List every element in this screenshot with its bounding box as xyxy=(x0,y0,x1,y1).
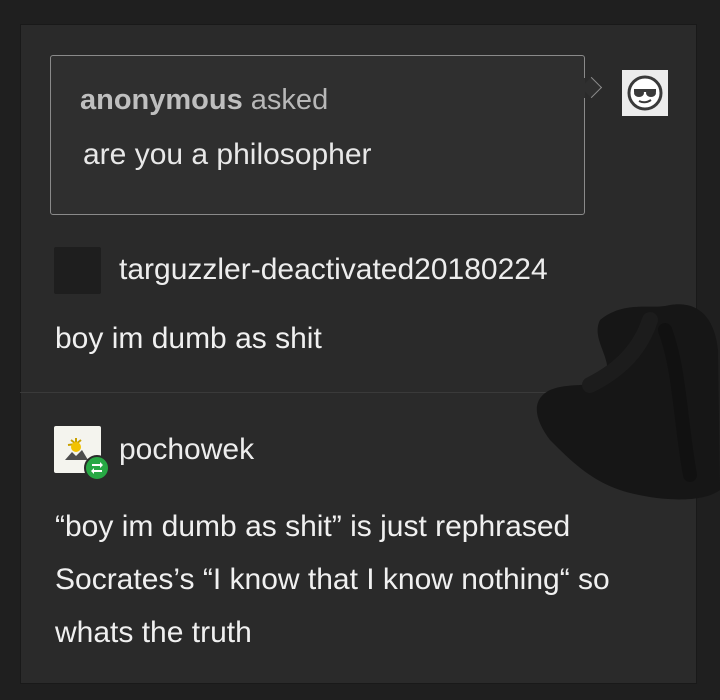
ask-bubble xyxy=(50,55,585,215)
redaction-scribble xyxy=(536,304,720,500)
reblog-icon xyxy=(91,462,103,474)
reblog-badge xyxy=(84,455,110,481)
username[interactable]: pochowek xyxy=(119,433,254,467)
asker-name[interactable]: anonymous xyxy=(80,84,243,116)
anon-avatar[interactable] xyxy=(622,70,668,116)
post-body: boy im dumb as shit xyxy=(55,322,322,355)
ask-header: anonymous asked xyxy=(80,84,328,117)
ask-question: are you a philosopher xyxy=(83,138,372,171)
user-avatar[interactable] xyxy=(54,247,101,294)
asked-label: asked xyxy=(242,84,329,116)
post-body: “boy im dumb as shit” is just rephrased … xyxy=(55,510,610,649)
ask-bubble-pointer-mask xyxy=(578,78,585,98)
sunglasses-face-icon xyxy=(627,75,663,111)
username[interactable]: targuzzler-deactivated20180224 xyxy=(119,253,548,287)
